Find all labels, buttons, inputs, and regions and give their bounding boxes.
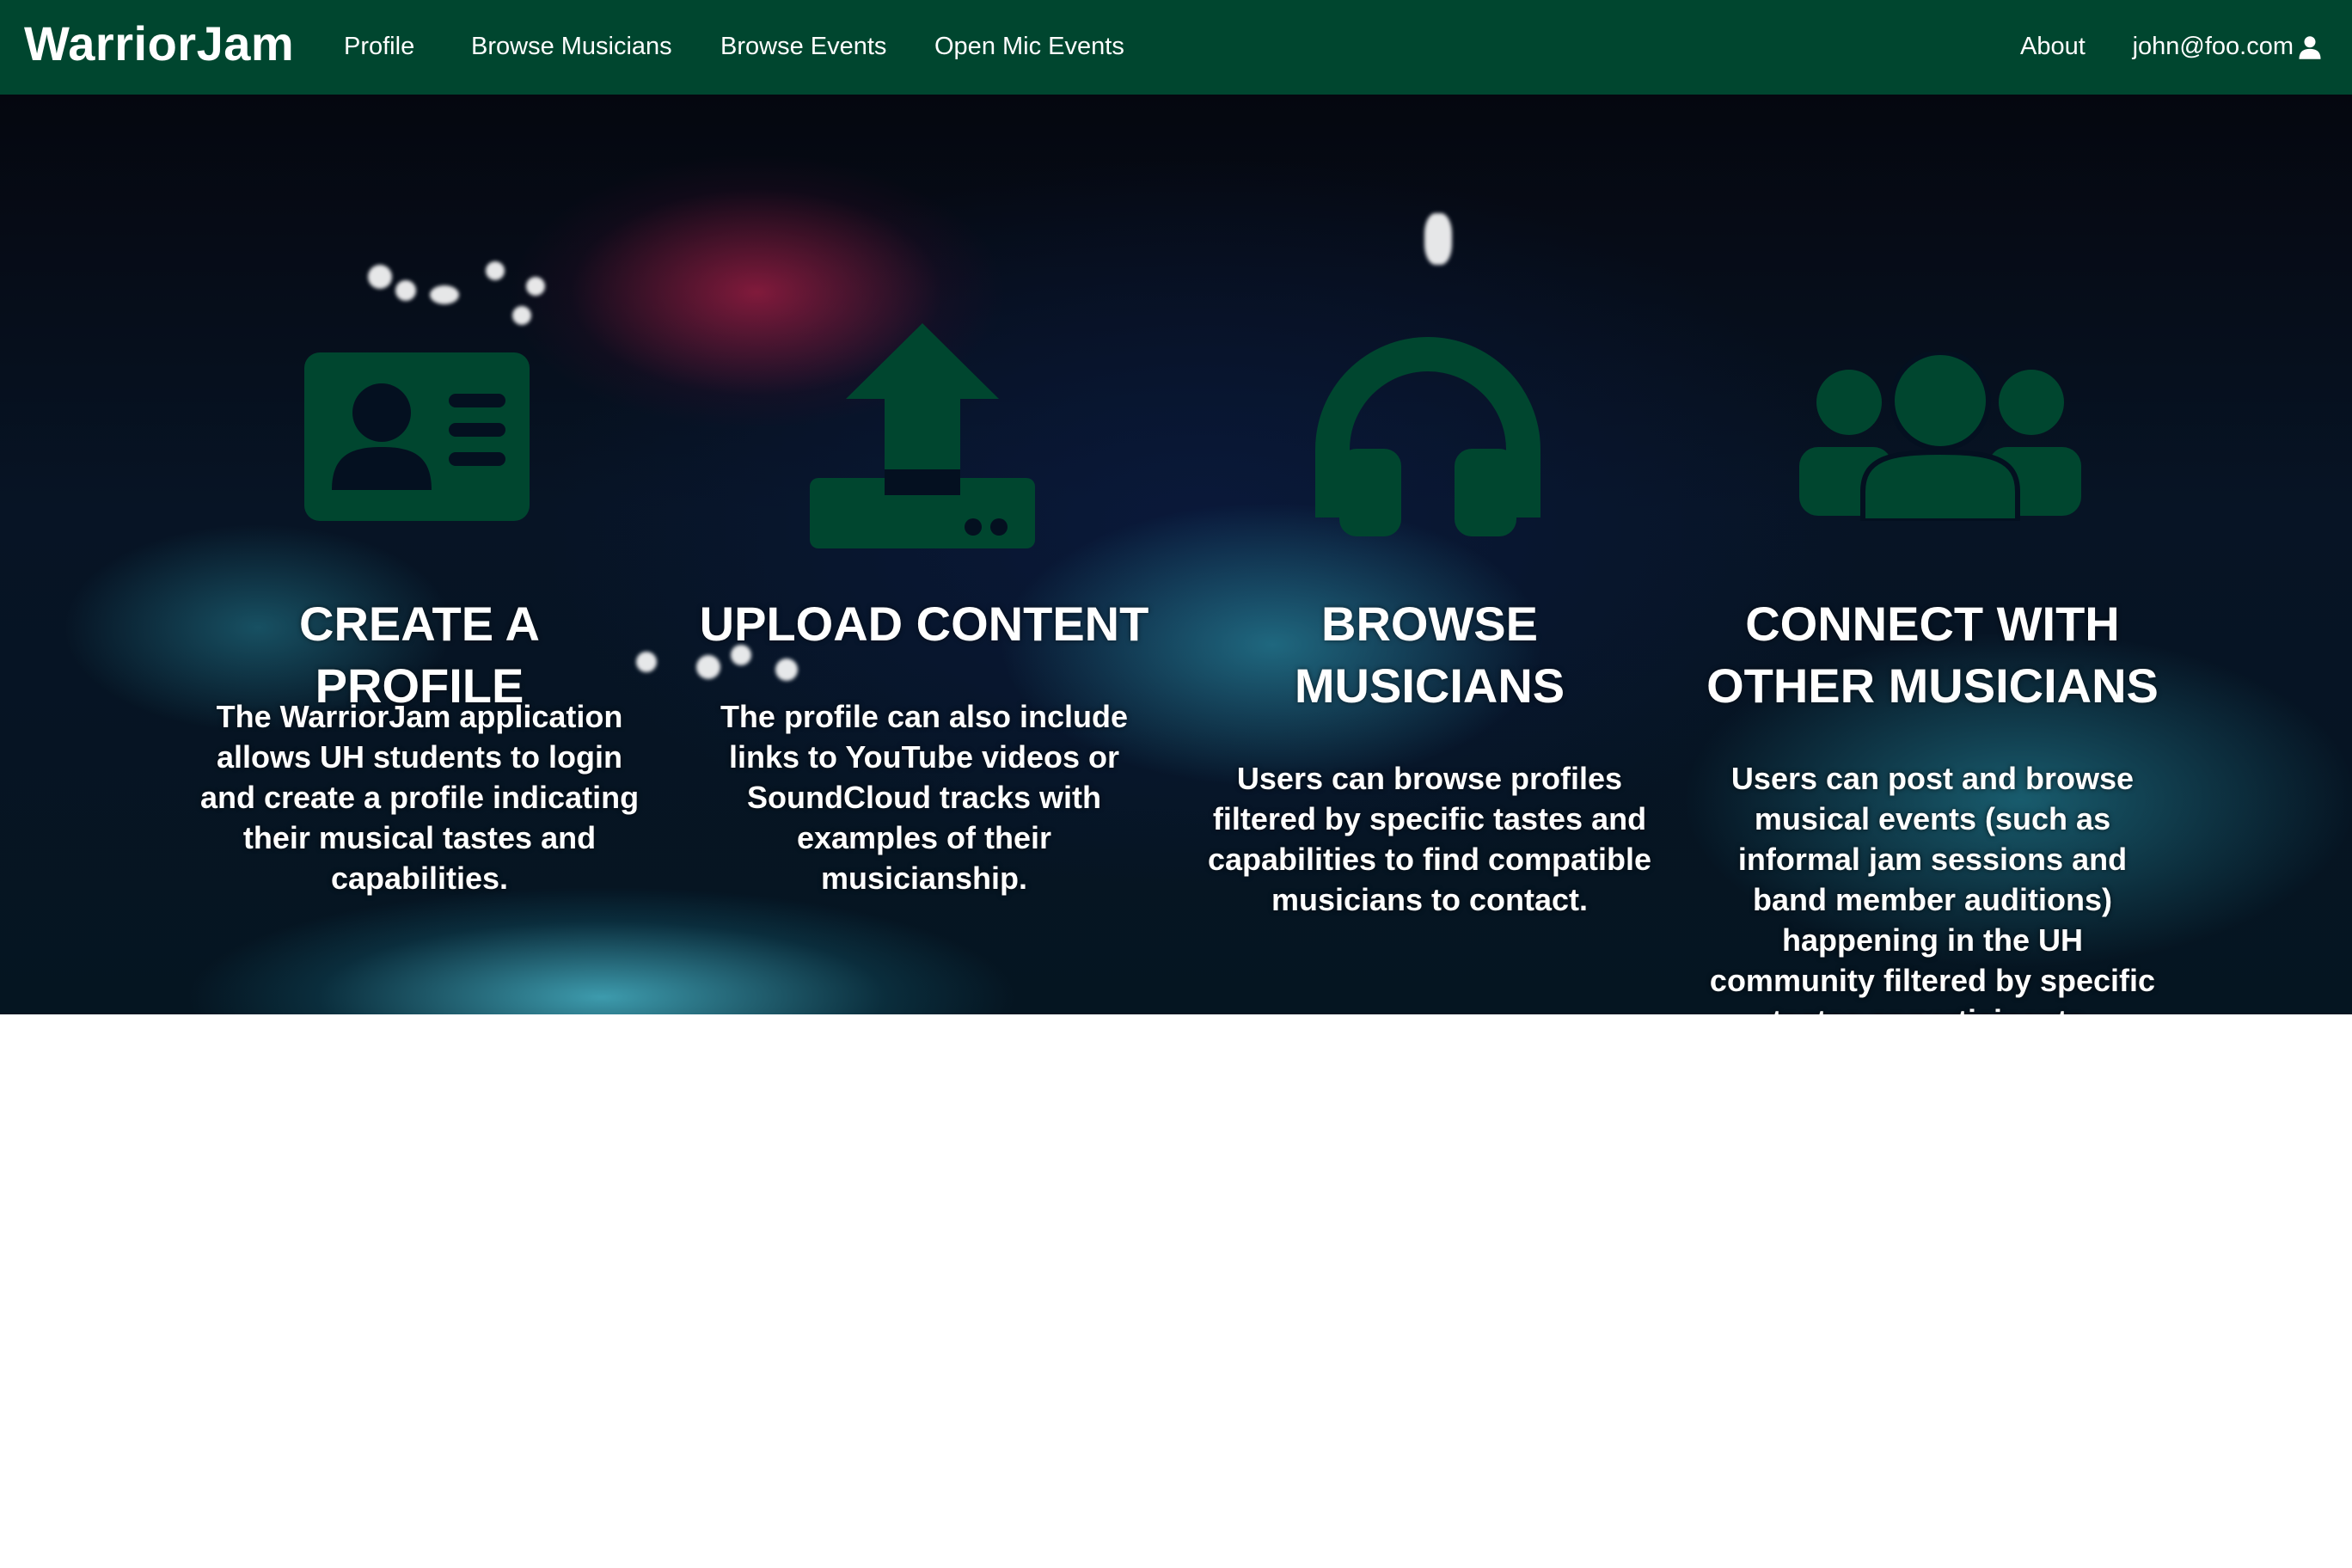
user-email: john@foo.com [2132,33,2294,60]
id-card-icon [304,352,530,521]
nav-profile[interactable]: Profile [344,33,414,61]
nav-open-mic-events[interactable]: Open Mic Events [934,33,1124,61]
feature-connect-musicians: CONNECT WITH OTHER MUSICIANS Users can p… [1706,95,2159,1014]
feature-title: CONNECT WITH OTHER MUSICIANS [1706,597,2159,713]
feature-title: BROWSE MUSICIANS [1294,597,1565,713]
feature-description: The profile can also include links to Yo… [720,699,1129,896]
nav-about[interactable]: About [2020,33,2086,61]
page-body-blank [0,1014,2352,1568]
brand-logo[interactable]: WarriorJam [24,15,294,71]
feature-upload-content: UPLOAD CONTENT The profile can also incl… [696,95,1152,1014]
feature-description: The WarriorJam application allows UH stu… [199,699,640,896]
top-navbar: WarriorJam Profile Browse Musicians Brow… [0,0,2352,95]
feature-description: Users can post and browse musical events… [1709,761,2156,1014]
hero-section: CREATE A PROFILE The WarriorJam applicat… [0,95,2352,1014]
user-menu[interactable]: john@foo.com [2133,33,2323,61]
headphones-icon [1315,337,1540,536]
feature-create-profile: CREATE A PROFILE The WarriorJam applicat… [193,95,646,1014]
feature-title: UPLOAD CONTENT [699,597,1149,651]
user-icon [2299,35,2321,59]
feature-description: Users can browse profiles filtered by sp… [1207,761,1652,917]
upload-icon [810,323,1035,548]
nav-browse-musicians[interactable]: Browse Musicians [471,33,672,61]
nav-browse-events[interactable]: Browse Events [720,33,886,61]
users-icon [1799,352,2081,521]
feature-browse-musicians: BROWSE MUSICIANS Users can browse profil… [1204,95,1656,1014]
